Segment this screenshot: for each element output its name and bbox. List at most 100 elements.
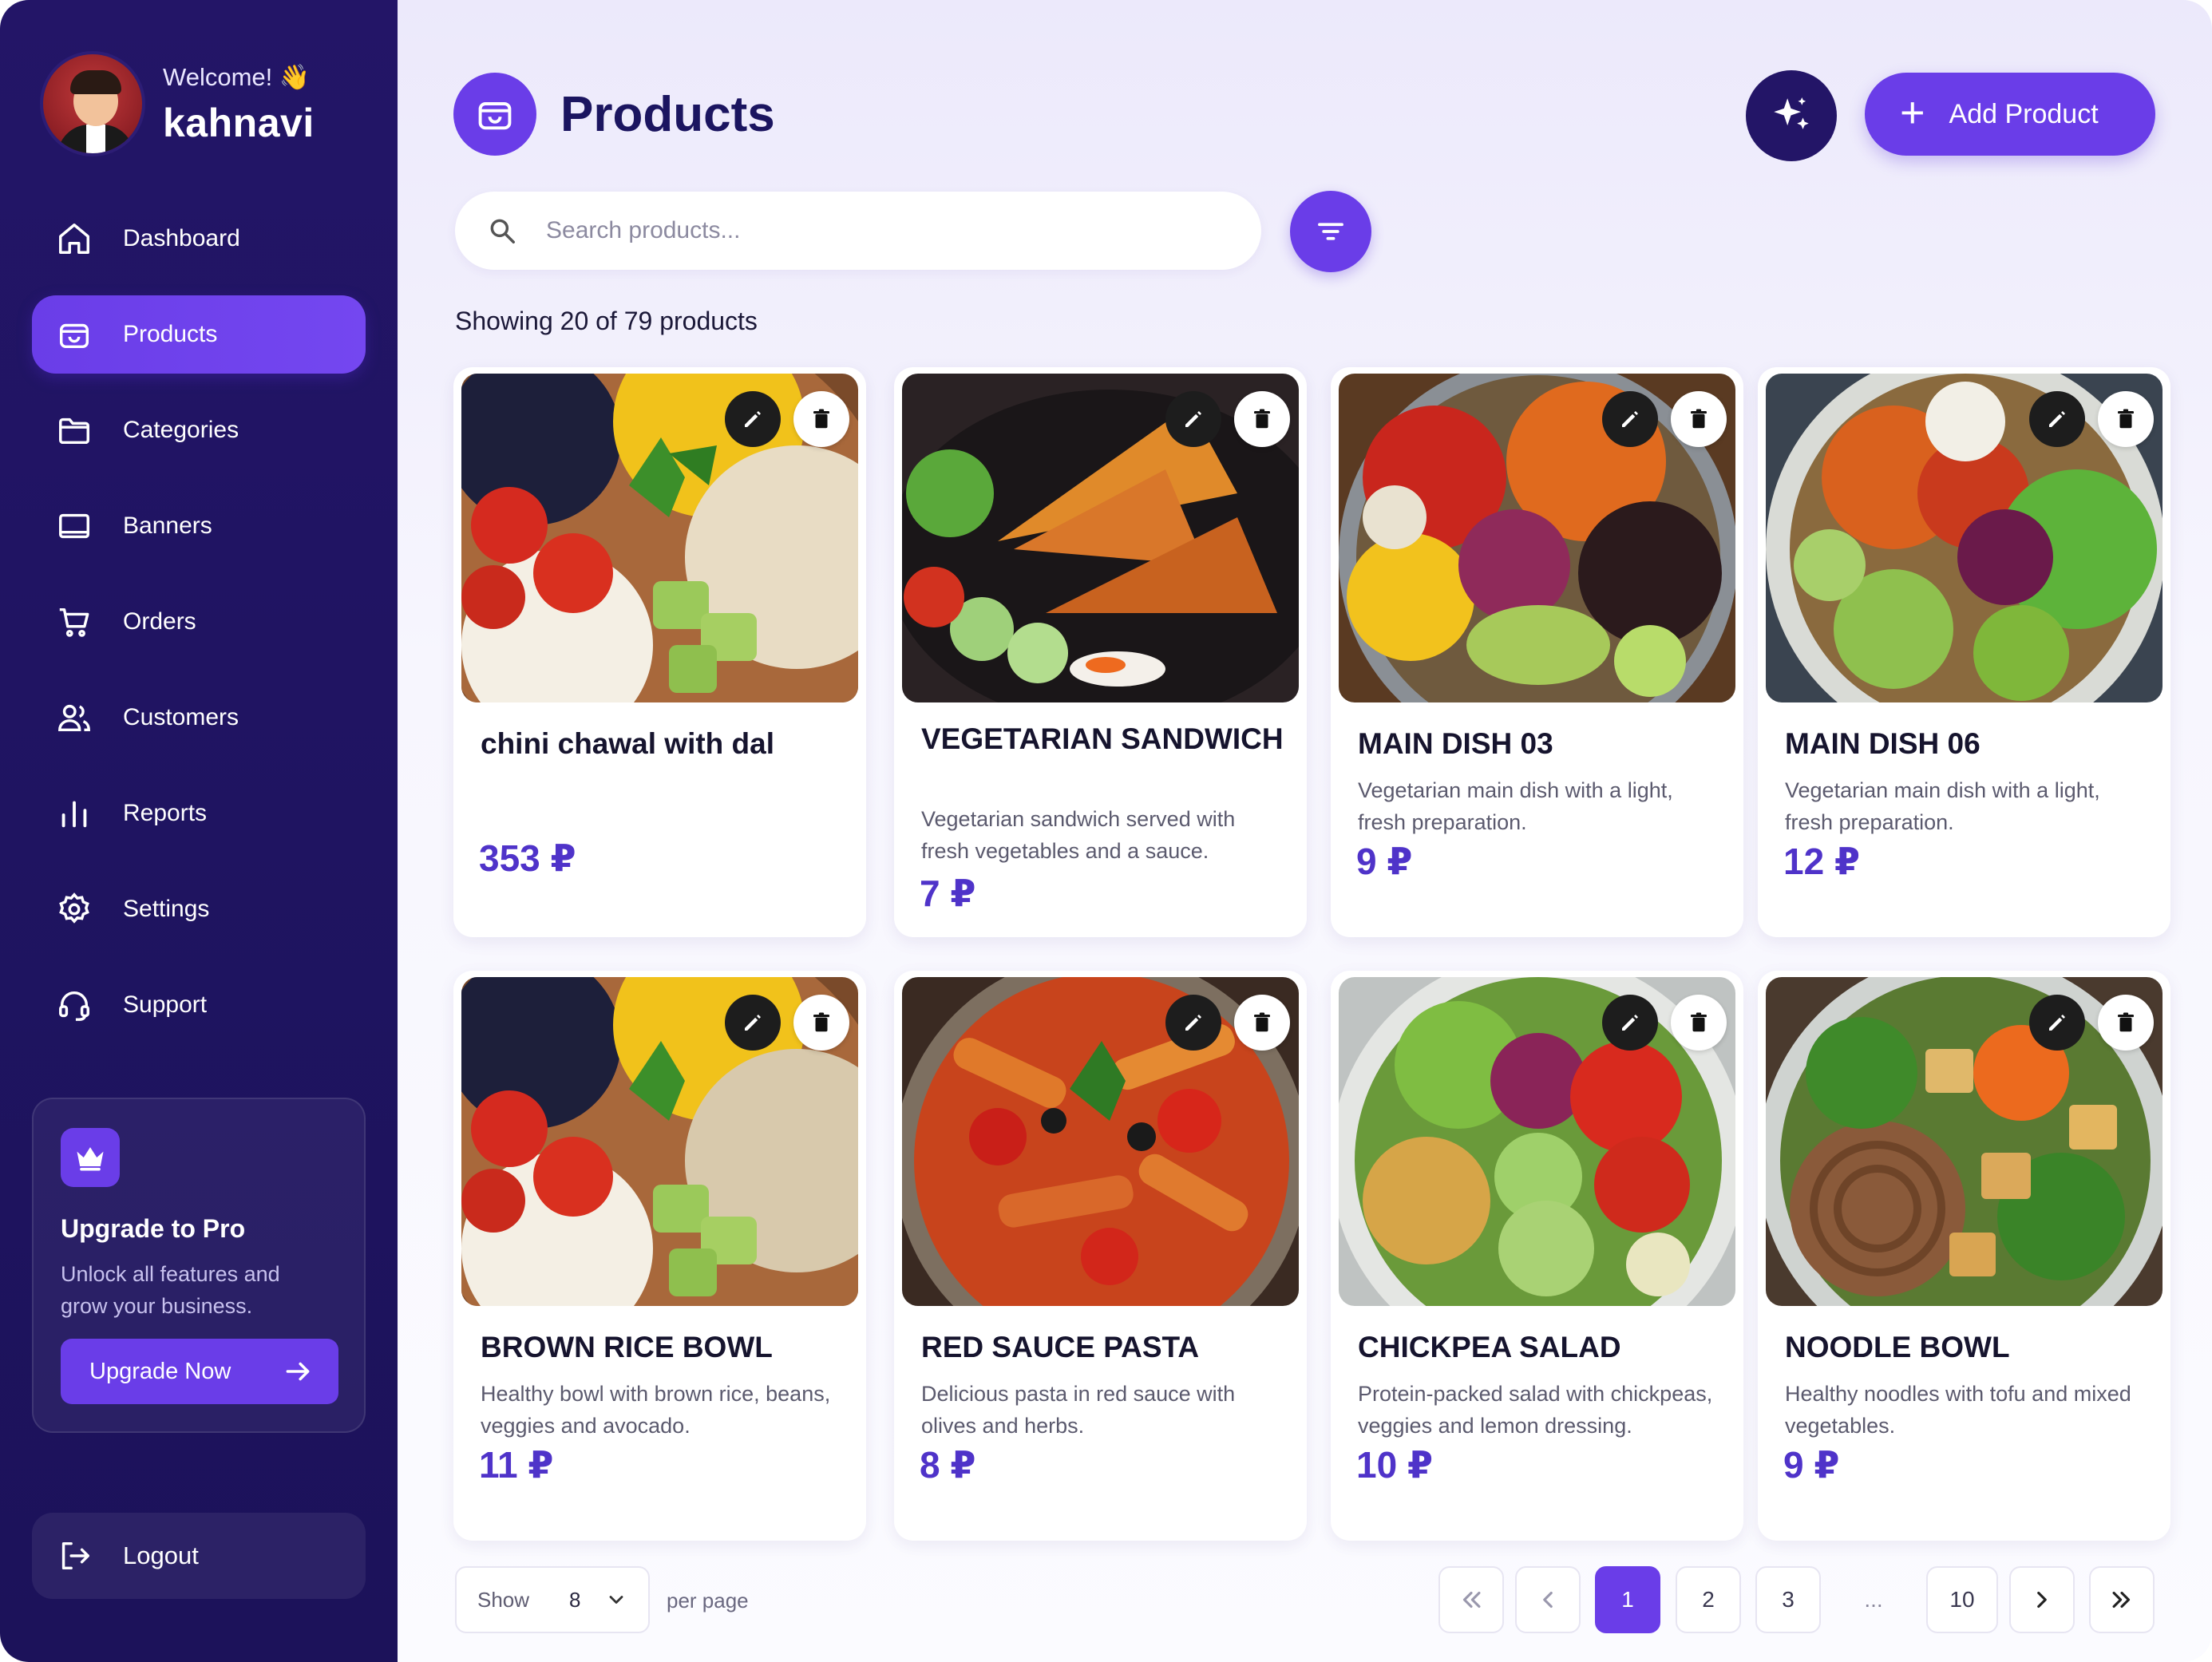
page-button-2[interactable]: 2 xyxy=(1676,1566,1741,1633)
sidebar-item-settings[interactable]: Settings xyxy=(32,870,366,948)
sidebar-item-customers[interactable]: Customers xyxy=(32,679,366,757)
filter-button[interactable] xyxy=(1290,191,1371,272)
prev-page-button[interactable] xyxy=(1515,1566,1581,1633)
delete-button[interactable] xyxy=(1234,391,1290,447)
plus-icon: + xyxy=(1900,89,1925,137)
upgrade-card: Upgrade to Pro Unlock all features and g… xyxy=(32,1098,366,1433)
user-profile[interactable]: Welcome! 👋 kahnavi xyxy=(40,51,315,156)
search-bar xyxy=(455,192,1261,270)
avatar xyxy=(40,51,145,156)
app-window: Welcome! 👋 kahnavi Dashboard Products Ca… xyxy=(0,0,2212,1662)
headset-icon xyxy=(59,991,89,1021)
sidebar-item-label: Settings xyxy=(123,896,210,922)
trash-icon xyxy=(2118,1012,2134,1032)
sidebar: Welcome! 👋 kahnavi Dashboard Products Ca… xyxy=(0,0,398,1662)
page-button-10[interactable]: 10 xyxy=(1926,1566,1998,1633)
logout-label: Logout xyxy=(123,1541,199,1569)
results-count: Showing 20 of 79 products xyxy=(455,307,758,335)
double-chevron-left-icon xyxy=(1462,1591,1481,1609)
filter-icon xyxy=(1318,223,1343,240)
sidebar-item-orders[interactable]: Orders xyxy=(32,583,366,661)
product-grid: chini chawal with dal 353 ₽ VEGETARIAN S… xyxy=(453,367,2170,1541)
double-chevron-right-icon xyxy=(2112,1591,2131,1609)
per-page-value: 8 xyxy=(569,1587,581,1612)
delete-button[interactable] xyxy=(1671,391,1727,447)
trash-icon xyxy=(813,1012,829,1032)
add-product-label: Add Product xyxy=(1949,98,2099,129)
search-icon xyxy=(490,219,515,243)
sidebar-item-label: Support xyxy=(123,991,208,1018)
last-page-button[interactable] xyxy=(2089,1566,2155,1633)
product-description: Healthy bowl with brown rice, beans, veg… xyxy=(481,1382,831,1438)
edit-button[interactable] xyxy=(725,391,781,447)
bar-chart-icon xyxy=(61,801,87,828)
edit-button[interactable] xyxy=(1602,391,1658,447)
logout-button[interactable]: Logout xyxy=(32,1513,366,1599)
delete-button[interactable] xyxy=(2098,391,2154,447)
page-button-3[interactable]: 3 xyxy=(1755,1566,1821,1633)
pencil-icon xyxy=(1185,411,1201,427)
edit-button[interactable] xyxy=(1165,995,1221,1051)
product-price: 11 ₽ xyxy=(479,1444,554,1486)
upgrade-title: Upgrade to Pro xyxy=(61,1214,246,1243)
pencil-icon xyxy=(1185,1015,1201,1031)
product-name: MAIN DISH 03 xyxy=(1358,727,1553,760)
sidebar-item-label: Orders xyxy=(123,608,196,635)
search-input[interactable] xyxy=(546,217,1233,244)
delete-button[interactable] xyxy=(1234,995,1290,1051)
folder-icon xyxy=(59,417,89,445)
product-card[interactable]: VEGETARIAN SANDWICH Vegetarian sandwich … xyxy=(894,367,1307,937)
product-card[interactable]: MAIN DISH 06 Vegetarian main dish with a… xyxy=(1758,367,2170,937)
product-card[interactable]: RED SAUCE PASTA Delicious pasta in red s… xyxy=(894,971,1307,1541)
cart-icon xyxy=(59,607,89,637)
ai-sparkle-button[interactable] xyxy=(1746,70,1837,161)
edit-button[interactable] xyxy=(725,995,781,1051)
product-description: Protein-packed salad with chickpeas, veg… xyxy=(1358,1382,1713,1438)
sidebar-item-categories[interactable]: Categories xyxy=(32,391,366,469)
delete-button[interactable] xyxy=(2098,995,2154,1051)
per-page-select[interactable]: Show 8 xyxy=(455,1566,650,1633)
next-page-button[interactable] xyxy=(2009,1566,2075,1633)
sidebar-item-dashboard[interactable]: Dashboard xyxy=(32,200,366,278)
edit-button[interactable] xyxy=(2029,995,2085,1051)
delete-button[interactable] xyxy=(1671,995,1727,1051)
first-page-button[interactable] xyxy=(1438,1566,1504,1633)
users-icon xyxy=(58,704,90,732)
edit-button[interactable] xyxy=(2029,391,2085,447)
sidebar-item-label: Categories xyxy=(123,417,239,443)
sidebar-item-products[interactable]: Products xyxy=(32,295,366,374)
logout-icon xyxy=(61,1541,89,1570)
product-card[interactable]: MAIN DISH 03 Vegetarian main dish with a… xyxy=(1331,367,1743,937)
product-name: CHICKPEA SALAD xyxy=(1358,1331,1621,1363)
product-name: MAIN DISH 06 xyxy=(1785,727,1981,760)
product-card[interactable]: NOODLE BOWL Healthy noodles with tofu an… xyxy=(1758,971,2170,1541)
upgrade-button-label: Upgrade Now xyxy=(89,1358,231,1384)
banner-icon xyxy=(59,513,89,539)
sidebar-item-label: Banners xyxy=(123,512,212,539)
page-title: Products xyxy=(560,87,775,142)
delete-button[interactable] xyxy=(793,391,849,447)
chevron-left-icon xyxy=(1543,1591,1553,1609)
pencil-icon xyxy=(2049,1015,2065,1031)
product-card[interactable]: BROWN RICE BOWL Healthy bowl with brown … xyxy=(453,971,866,1541)
sidebar-item-banners[interactable]: Banners xyxy=(32,487,366,565)
edit-button[interactable] xyxy=(1602,995,1658,1051)
trash-icon xyxy=(813,409,829,429)
product-price: 12 ₽ xyxy=(1783,841,1860,882)
sidebar-item-label: Reports xyxy=(123,800,208,826)
edit-button[interactable] xyxy=(1165,391,1221,447)
page-button-1[interactable]: 1 xyxy=(1595,1566,1660,1633)
product-price: 8 ₽ xyxy=(920,1444,976,1486)
delete-button[interactable] xyxy=(793,995,849,1051)
upgrade-now-button[interactable]: Upgrade Now xyxy=(61,1339,338,1404)
product-card[interactable]: chini chawal with dal 353 ₽ xyxy=(453,367,866,937)
product-name: chini chawal with dal xyxy=(481,727,775,760)
sidebar-item-reports[interactable]: Reports xyxy=(32,774,366,853)
product-name: BROWN RICE BOWL xyxy=(481,1331,773,1363)
pencil-icon xyxy=(745,411,761,427)
sidebar-item-support[interactable]: Support xyxy=(32,966,366,1044)
trash-icon xyxy=(1254,409,1270,429)
add-product-button[interactable]: + Add Product xyxy=(1865,73,2155,156)
home-icon xyxy=(59,224,89,254)
product-card[interactable]: CHICKPEA SALAD Protein-packed salad with… xyxy=(1331,971,1743,1541)
